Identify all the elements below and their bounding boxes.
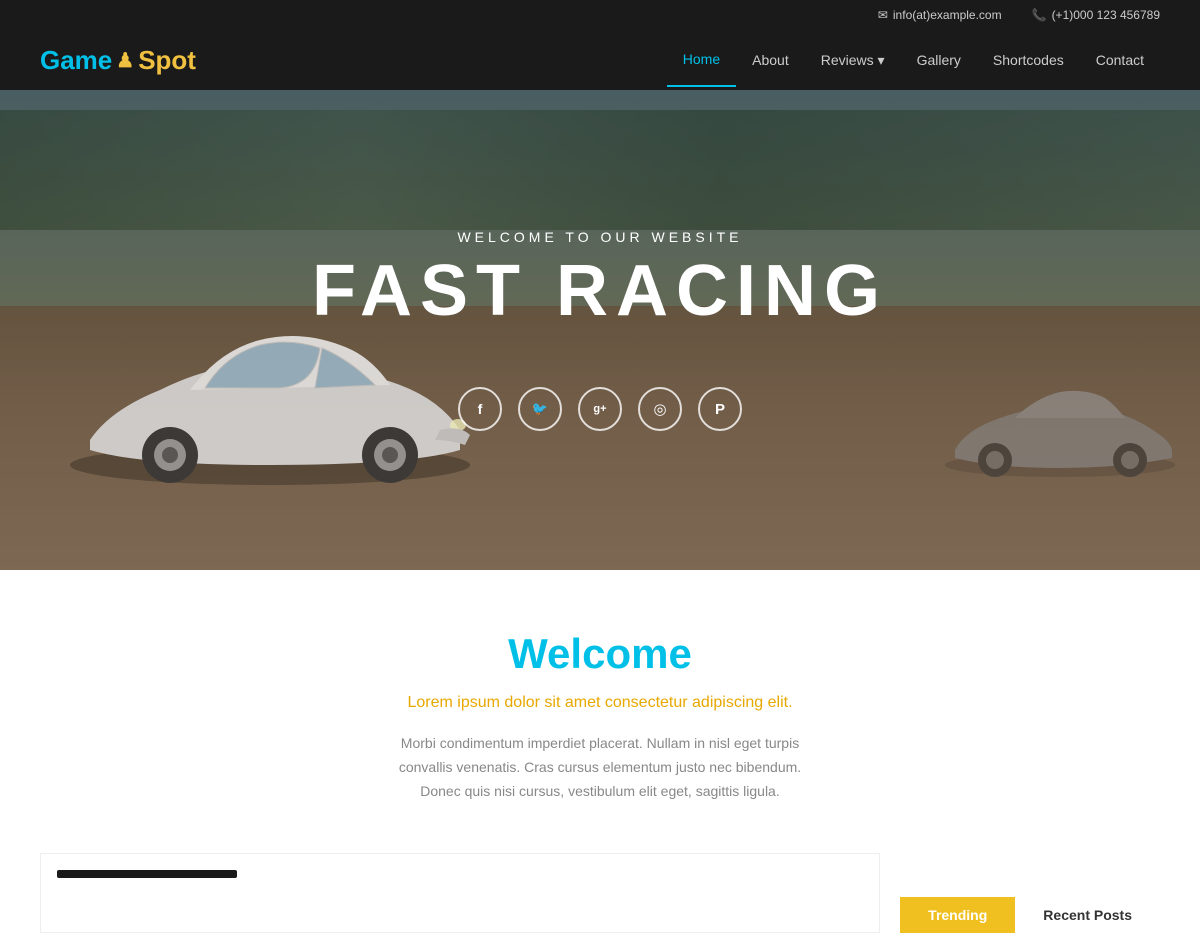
nav-about[interactable]: About: [736, 34, 805, 86]
recent-posts-tab[interactable]: Recent Posts: [1015, 897, 1160, 933]
email-info: ✉ info(at)example.com: [878, 8, 1002, 22]
main-nav: Home About Reviews ▾ Gallery Shortcodes …: [667, 33, 1160, 87]
logo-spot: Spot: [138, 45, 196, 76]
hero-section: WELCOME TO OUR WEBSITE FAST RACING f 🐦 g…: [0, 90, 1200, 570]
email-icon: ✉: [878, 8, 888, 22]
car2-svg: [940, 350, 1180, 480]
nav-reviews[interactable]: Reviews ▾: [805, 34, 901, 87]
email-text: info(at)example.com: [893, 8, 1002, 22]
logo-game: Game: [40, 45, 112, 76]
phone-icon: 📞: [1032, 8, 1047, 22]
instagram-icon[interactable]: ◎: [638, 387, 682, 431]
hero-subtitle: WELCOME TO OUR WEBSITE: [312, 229, 888, 245]
tabs-container: Trending Recent Posts: [0, 843, 1200, 933]
nav-home[interactable]: Home: [667, 33, 736, 87]
welcome-subtitle: Lorem ipsum dolor sit amet consectetur a…: [40, 694, 1160, 712]
pinterest-icon[interactable]: P: [698, 387, 742, 431]
welcome-title: Welcome: [40, 630, 1160, 678]
nav-shortcodes[interactable]: Shortcodes: [977, 34, 1080, 86]
welcome-section: Welcome Lorem ipsum dolor sit amet conse…: [0, 570, 1200, 843]
header: Game ♟ Spot Home About Reviews ▾ Gallery…: [0, 30, 1200, 90]
hero-title: FAST RACING: [312, 255, 888, 327]
hero-content: WELCOME TO OUR WEBSITE FAST RACING: [312, 229, 888, 327]
welcome-body: Morbi condimentum imperdiet placerat. Nu…: [390, 732, 810, 803]
content-bar: [57, 870, 237, 878]
google-plus-icon[interactable]: g+: [578, 387, 622, 431]
trending-tab[interactable]: Trending: [900, 897, 1015, 933]
content-area-left: [40, 853, 880, 933]
top-bar: ✉ info(at)example.com 📞 (+1)000 123 4567…: [0, 0, 1200, 30]
twitter-icon[interactable]: 🐦: [518, 387, 562, 431]
logo-chess-icon: ♟: [116, 48, 134, 73]
logo[interactable]: Game ♟ Spot: [40, 45, 196, 76]
phone-text: (+1)000 123 456789: [1052, 8, 1160, 22]
tabs-group: Trending Recent Posts: [900, 897, 1160, 933]
facebook-icon[interactable]: f: [458, 387, 502, 431]
phone-info: 📞 (+1)000 123 456789: [1032, 8, 1160, 22]
social-bar: f 🐦 g+ ◎ P: [458, 387, 742, 431]
nav-gallery[interactable]: Gallery: [901, 34, 977, 86]
nav-contact[interactable]: Contact: [1080, 34, 1160, 86]
